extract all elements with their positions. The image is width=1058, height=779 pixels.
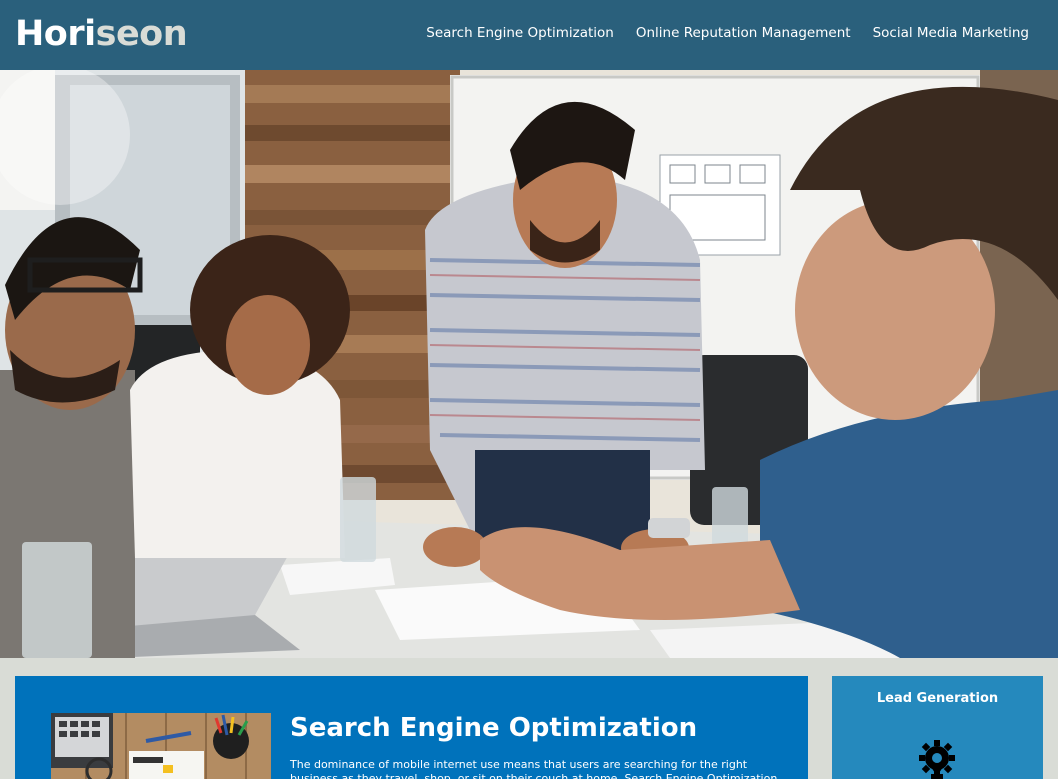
logo-accent: seon xyxy=(95,14,188,54)
seo-illustration xyxy=(51,713,271,779)
lead-generation-icon xyxy=(919,740,955,779)
seo-heading: Search Engine Optimization xyxy=(290,713,698,743)
hero-photo xyxy=(0,70,1058,658)
seo-image xyxy=(51,713,271,779)
seo-description: The dominance of mobile internet use mea… xyxy=(290,758,778,779)
nav-link-reputation[interactable]: Online Reputation Management xyxy=(636,25,851,41)
content-section: Search Engine Optimization The dominance… xyxy=(15,676,808,779)
main-nav: Search Engine Optimization Online Reputa… xyxy=(426,25,1029,41)
benefit-lead-generation: Lead Generation xyxy=(832,676,1043,779)
logo[interactable]: Horiseon xyxy=(15,14,188,54)
logo-main: Hori xyxy=(15,14,96,54)
hero-image xyxy=(0,70,1058,658)
benefit-title: Lead Generation xyxy=(876,691,999,706)
site-header: Horiseon Search Engine Optimization Onli… xyxy=(0,0,1058,70)
nav-link-seo[interactable]: Search Engine Optimization xyxy=(426,25,614,41)
nav-link-social-media[interactable]: Social Media Marketing xyxy=(873,25,1029,41)
